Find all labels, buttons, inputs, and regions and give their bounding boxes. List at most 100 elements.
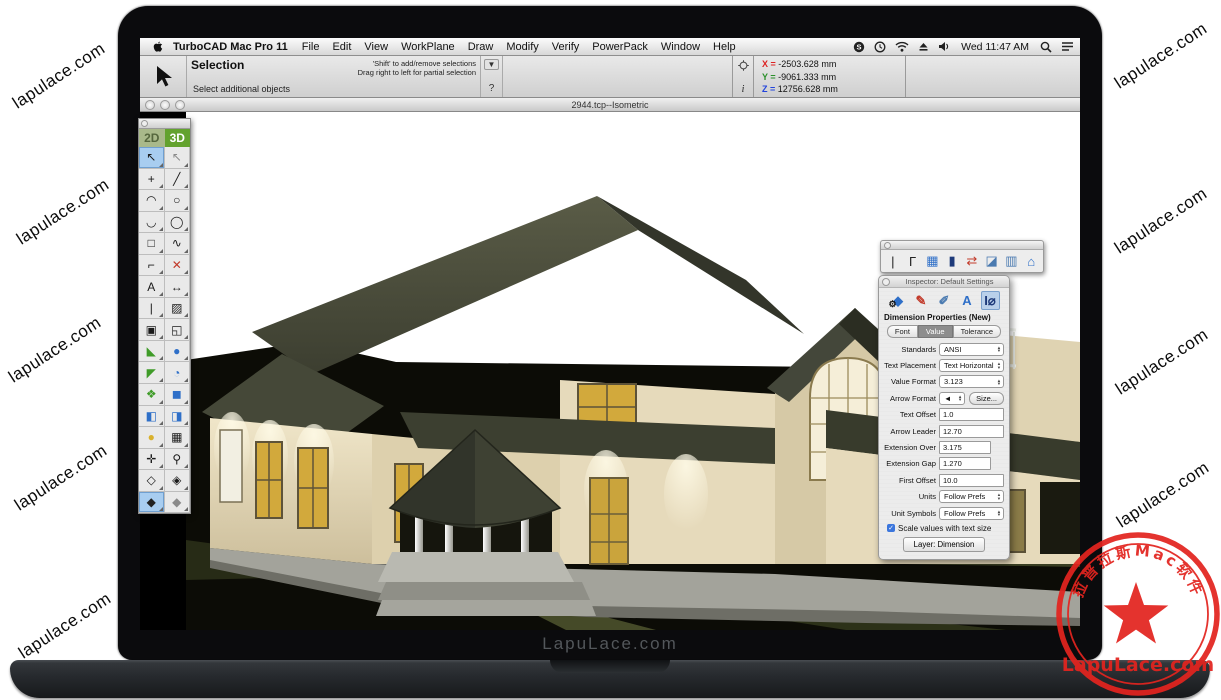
unit-symbols-row: Unit SymbolsFollow Prefs▲▼ [884,505,1004,521]
sweep-tool[interactable]: ❖ [139,384,165,406]
tool-hint-1: 'Shift' to add/remove selections [358,59,476,68]
menu-window[interactable]: Window [661,41,700,53]
eject-icon[interactable] [918,41,929,52]
menu-file[interactable]: File [302,41,320,53]
box-tool[interactable]: ◼ [165,384,191,406]
select-tool[interactable]: ↖ [139,147,165,169]
material-tool[interactable]: ● [139,427,165,449]
palette-tab-3d[interactable]: 3D [165,129,191,147]
arrow-size-button[interactable]: Size... [969,392,1004,405]
search-icon[interactable] [1040,41,1052,53]
arrow-leader-input[interactable]: 12.70 [939,425,1004,438]
archbar-close-button[interactable] [884,242,891,249]
cone-tool[interactable]: ◣ [139,341,165,363]
text-placement-select[interactable]: Text Horizontal▲▼ [939,359,1004,372]
trim-tool[interactable]: ✕ [165,255,191,277]
menu-draw[interactable]: Draw [468,41,494,53]
units-select[interactable]: Follow Prefs▲▼ [939,490,1004,503]
wireframe-mode[interactable]: ◇ [139,470,165,492]
menu-modify[interactable]: Modify [506,41,538,53]
menu-verify[interactable]: Verify [552,41,580,53]
railing-tool[interactable]: ▥ [1002,252,1020,270]
volume-icon[interactable] [938,41,950,52]
polyline-tool[interactable]: ⌐ [139,255,165,277]
menu-powerpack[interactable]: PowerPack [592,41,648,53]
info-icon[interactable]: i [742,84,745,95]
standards-select[interactable]: ANSI▲▼ [939,343,1004,356]
scale-values-checkbox-row[interactable]: ✓ Scale values with text size [879,521,1009,535]
zoom-tool[interactable]: ⚲ [165,449,191,471]
window-tool[interactable]: ▦ [923,252,941,270]
palette-close-button[interactable] [141,120,148,127]
curve-tool[interactable]: ◡ [139,212,165,234]
rendered-mode[interactable]: ◆ [165,492,191,514]
menu-edit[interactable]: Edit [332,41,351,53]
hatch-tool[interactable]: ▨ [165,298,191,320]
corner-wall-tool[interactable]: Γ [904,252,922,270]
edit-nodes-tool[interactable]: ◱ [165,319,191,341]
sphere-tool[interactable]: ● [165,341,191,363]
inspector-tab-font[interactable]: Font [887,325,918,338]
tool-dropdown-button[interactable]: ▼ [484,59,500,70]
ellipse-tool[interactable]: ◯ [165,212,191,234]
line-tool[interactable]: ╱ [165,169,191,191]
app-name[interactable]: TurboCAD Mac Pro 11 [173,41,288,53]
inspector-tab-tolerance[interactable]: Tolerance [953,325,1002,338]
text-offset-input[interactable]: 1.0 [939,408,1004,421]
spline-tool[interactable]: ∿ [165,233,191,255]
door-tool[interactable]: ▮ [943,252,961,270]
single-line-tool[interactable]: | [139,298,165,320]
palette-title-bar[interactable] [139,119,190,129]
extension-gap-input[interactable]: 1.270 [939,457,991,470]
solid-properties-icon[interactable]: ◆⚙ [889,291,908,310]
text-properties-icon[interactable]: A [958,291,977,310]
menu-help[interactable]: Help [713,41,736,53]
layer-button[interactable]: Layer: Dimension [903,537,986,552]
archbar-title-bar[interactable] [881,241,1043,250]
rectangle-tool[interactable]: □ [139,233,165,255]
palette-tab-2d[interactable]: 2D [139,129,165,147]
circle-tool[interactable]: ○ [165,190,191,212]
menu-clock[interactable]: Wed 11:47 AM [961,41,1029,53]
text-tool[interactable]: A [139,276,165,298]
arc-tool[interactable]: ◠ [139,190,165,212]
brush-properties-icon[interactable]: ✐ [935,291,954,310]
render-options-tool[interactable]: ▦ [165,427,191,449]
shaded-mode[interactable]: ◆ [139,492,165,514]
hidden-line-mode[interactable]: ◈ [165,470,191,492]
revolve-tool[interactable]: ◔ [165,362,191,384]
crosshair-icon[interactable] [738,58,749,76]
pan-tool[interactable]: ✛ [139,449,165,471]
unit-symbols-select[interactable]: Follow Prefs▲▼ [939,507,1004,520]
inspector-close-button[interactable] [882,278,890,286]
extension-over-input[interactable]: 3.175 [939,441,991,454]
inspector-title-bar[interactable]: Inspector: Default Settings [879,276,1009,288]
point-tool[interactable]: + [139,169,165,191]
recent-icon[interactable] [874,41,886,53]
skype-icon[interactable]: S [853,41,865,53]
value-format-select[interactable]: 3.123▲▼ [939,375,1004,388]
apple-menu-icon[interactable] [152,41,163,53]
list-icon[interactable] [1061,41,1074,52]
extrude-tool[interactable]: ◤ [139,362,165,384]
group-tool[interactable]: ▣ [139,319,165,341]
select-open-tool[interactable]: ↖ [165,147,191,169]
roof-tool[interactable]: ⌂ [1022,252,1040,270]
dimension-properties-icon[interactable]: I⌀ [981,291,1000,310]
first-offset-input[interactable]: 10.0 [939,474,1004,487]
wall-tool[interactable]: | [884,252,902,270]
wifi-icon[interactable] [895,41,909,52]
blend-tool[interactable]: ◨ [165,406,191,428]
pen-properties-icon[interactable]: ✎ [912,291,931,310]
menu-view[interactable]: View [364,41,388,53]
insert-fixture-tool[interactable]: ⇄ [963,252,981,270]
arrow-format-select[interactable]: ◄▲▼ [939,392,965,405]
menu-workplane[interactable]: WorkPlane [401,41,455,53]
checkbox-checked-icon[interactable]: ✓ [887,524,895,532]
dimension-tool[interactable]: ↔ [165,276,191,298]
tool-help-button[interactable]: ? [489,83,495,94]
slice-tool[interactable]: ◧ [139,406,165,428]
laptop-brand-text: LapuLace.com [118,634,1102,654]
stair-tool[interactable]: ◪ [983,252,1001,270]
inspector-tab-value[interactable]: Value [918,325,953,338]
